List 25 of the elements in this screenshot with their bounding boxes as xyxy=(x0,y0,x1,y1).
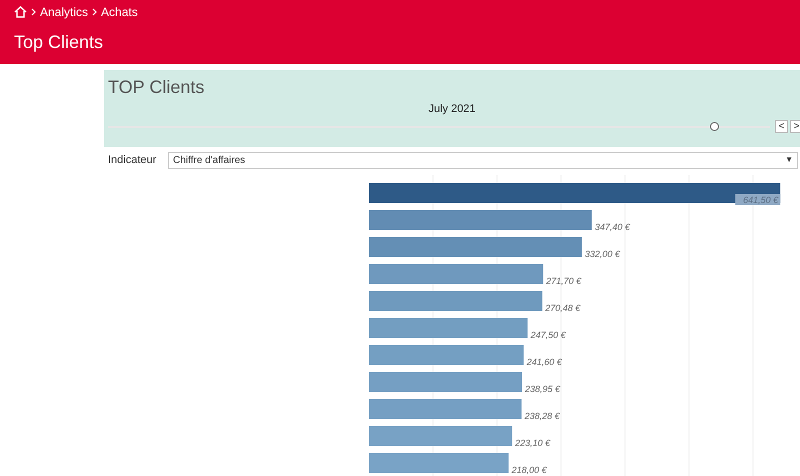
caret-icon: ▼ xyxy=(785,154,793,166)
breadcrumb-link[interactable]: Achats xyxy=(101,3,138,21)
value-label: 332,00 € xyxy=(584,249,620,259)
chevron-icon xyxy=(31,8,36,16)
next-button[interactable]: > xyxy=(790,120,800,133)
value-label: 247,50 € xyxy=(530,330,566,340)
value-label: 238,28 € xyxy=(524,411,560,421)
slider-thumb[interactable] xyxy=(710,122,719,131)
home-icon[interactable] xyxy=(14,6,27,18)
value-label: 241,60 € xyxy=(526,357,562,367)
value-label: 270,48 € xyxy=(545,303,580,313)
previous-button[interactable]: < xyxy=(775,120,788,133)
value-label: 641,50 € xyxy=(735,194,780,205)
filter-label: Indicateur xyxy=(107,152,158,168)
value-label: 223,10 € xyxy=(515,438,550,448)
value-label: 271,70 € xyxy=(546,276,582,286)
value-label: 347,40 € xyxy=(594,222,630,232)
indicator-dropdown[interactable]: Chiffre d'affaires ▼ xyxy=(168,152,798,168)
chevron-icon xyxy=(92,8,98,16)
panel-title: TOP Clients xyxy=(108,76,204,99)
value-label: 218,00 € xyxy=(512,465,547,475)
period-label: July 2021 xyxy=(427,102,477,117)
page-title: Top Clients xyxy=(14,31,104,54)
value-label: 238,95 € xyxy=(525,384,560,394)
breadcrumb-link[interactable]: Analytics xyxy=(40,3,88,21)
